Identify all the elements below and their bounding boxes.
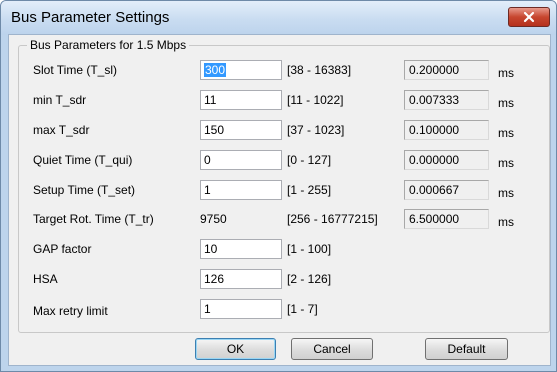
max-tsdr-range: [37 - 1023] — [287, 123, 345, 137]
slot-time-readout: 0.200000 — [404, 60, 489, 80]
slot-time-range: [38 - 16383] — [287, 63, 352, 77]
ok-button[interactable]: OK — [195, 338, 276, 360]
max-tsdr-readout: 0.100000 — [404, 120, 489, 140]
setup-time-readout: 0.000667 — [404, 180, 489, 200]
min-tsdr-label: min T_sdr — [33, 93, 87, 107]
target-rot-time-value: 9750 — [200, 212, 227, 226]
max-tsdr-unit: ms — [498, 126, 514, 140]
dialog-window: Bus Parameter Settings Bus Parameters fo… — [0, 0, 557, 372]
min-tsdr-unit: ms — [498, 96, 514, 110]
dialog-client-area: Bus Parameters for 1.5 Mbps Slot Time (T… — [8, 34, 551, 366]
quiet-time-input[interactable]: 0 — [200, 150, 282, 170]
max-retry-limit-input[interactable]: 1 — [200, 299, 282, 319]
slot-time-unit: ms — [498, 66, 514, 80]
cancel-button[interactable]: Cancel — [291, 338, 373, 360]
setup-time-label: Setup Time (T_set) — [33, 183, 136, 197]
target-rot-time-unit: ms — [498, 215, 514, 229]
slot-time-value: 300 — [204, 63, 227, 77]
close-button[interactable] — [508, 7, 550, 27]
quiet-time-unit: ms — [498, 156, 514, 170]
slot-time-label: Slot Time (T_sl) — [33, 63, 118, 77]
quiet-time-range: [0 - 127] — [287, 153, 332, 167]
max-retry-limit-label: Max retry limit — [33, 304, 108, 318]
max-tsdr-input[interactable]: 150 — [200, 120, 282, 140]
max-tsdr-label: max T_sdr — [33, 123, 90, 137]
hsa-range: [2 - 126] — [287, 272, 332, 286]
gap-factor-range: [1 - 100] — [287, 242, 332, 256]
target-rot-time-label: Target Rot. Time (T_tr) — [33, 212, 154, 226]
target-rot-time-range: [256 - 16777215] — [287, 212, 378, 226]
setup-time-input[interactable]: 1 — [200, 180, 282, 200]
window-title: Bus Parameter Settings — [11, 9, 170, 26]
min-tsdr-readout: 0.007333 — [404, 90, 489, 110]
target-rot-time-readout: 6.500000 — [404, 209, 489, 229]
max-retry-limit-range: [1 - 7] — [287, 302, 318, 316]
bus-parameters-group: Bus Parameters for 1.5 Mbps Slot Time (T… — [18, 38, 550, 333]
min-tsdr-input[interactable]: 11 — [200, 90, 282, 110]
title-bar[interactable]: Bus Parameter Settings — [1, 1, 556, 35]
quiet-time-label: Quiet Time (T_qui) — [33, 153, 133, 167]
setup-time-range: [1 - 255] — [287, 183, 332, 197]
gap-factor-label: GAP factor — [33, 242, 92, 256]
slot-time-input[interactable]: 300 — [200, 60, 282, 80]
close-icon — [523, 11, 535, 23]
quiet-time-readout: 0.000000 — [404, 150, 489, 170]
min-tsdr-range: [11 - 1022] — [287, 93, 344, 107]
gap-factor-input[interactable]: 10 — [200, 239, 282, 259]
group-title: Bus Parameters for 1.5 Mbps — [27, 38, 190, 52]
setup-time-unit: ms — [498, 186, 514, 200]
hsa-label: HSA — [33, 272, 58, 286]
default-button[interactable]: Default — [425, 338, 508, 360]
hsa-input[interactable]: 126 — [200, 269, 282, 289]
